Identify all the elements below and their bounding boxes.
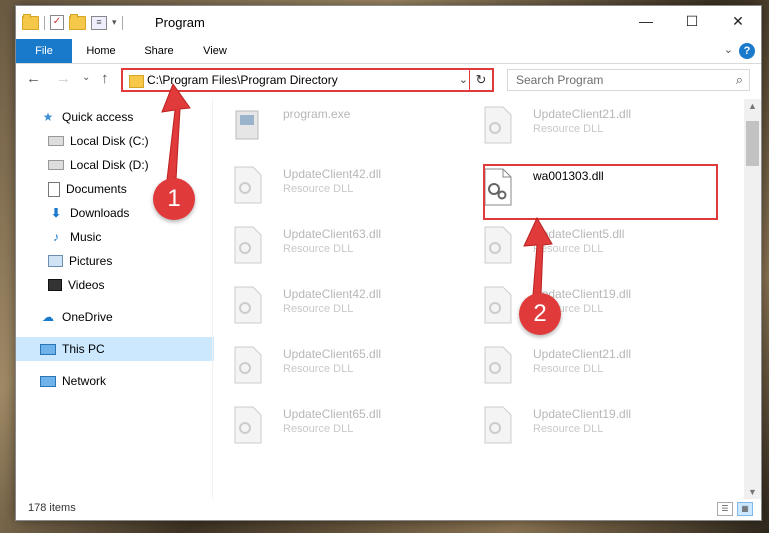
step-marker-1: 1 xyxy=(153,178,195,220)
arrow-1 xyxy=(161,82,191,181)
arrow-2 xyxy=(523,216,553,296)
annotation-arrows xyxy=(161,82,553,296)
step-marker-2: 2 xyxy=(519,293,561,335)
